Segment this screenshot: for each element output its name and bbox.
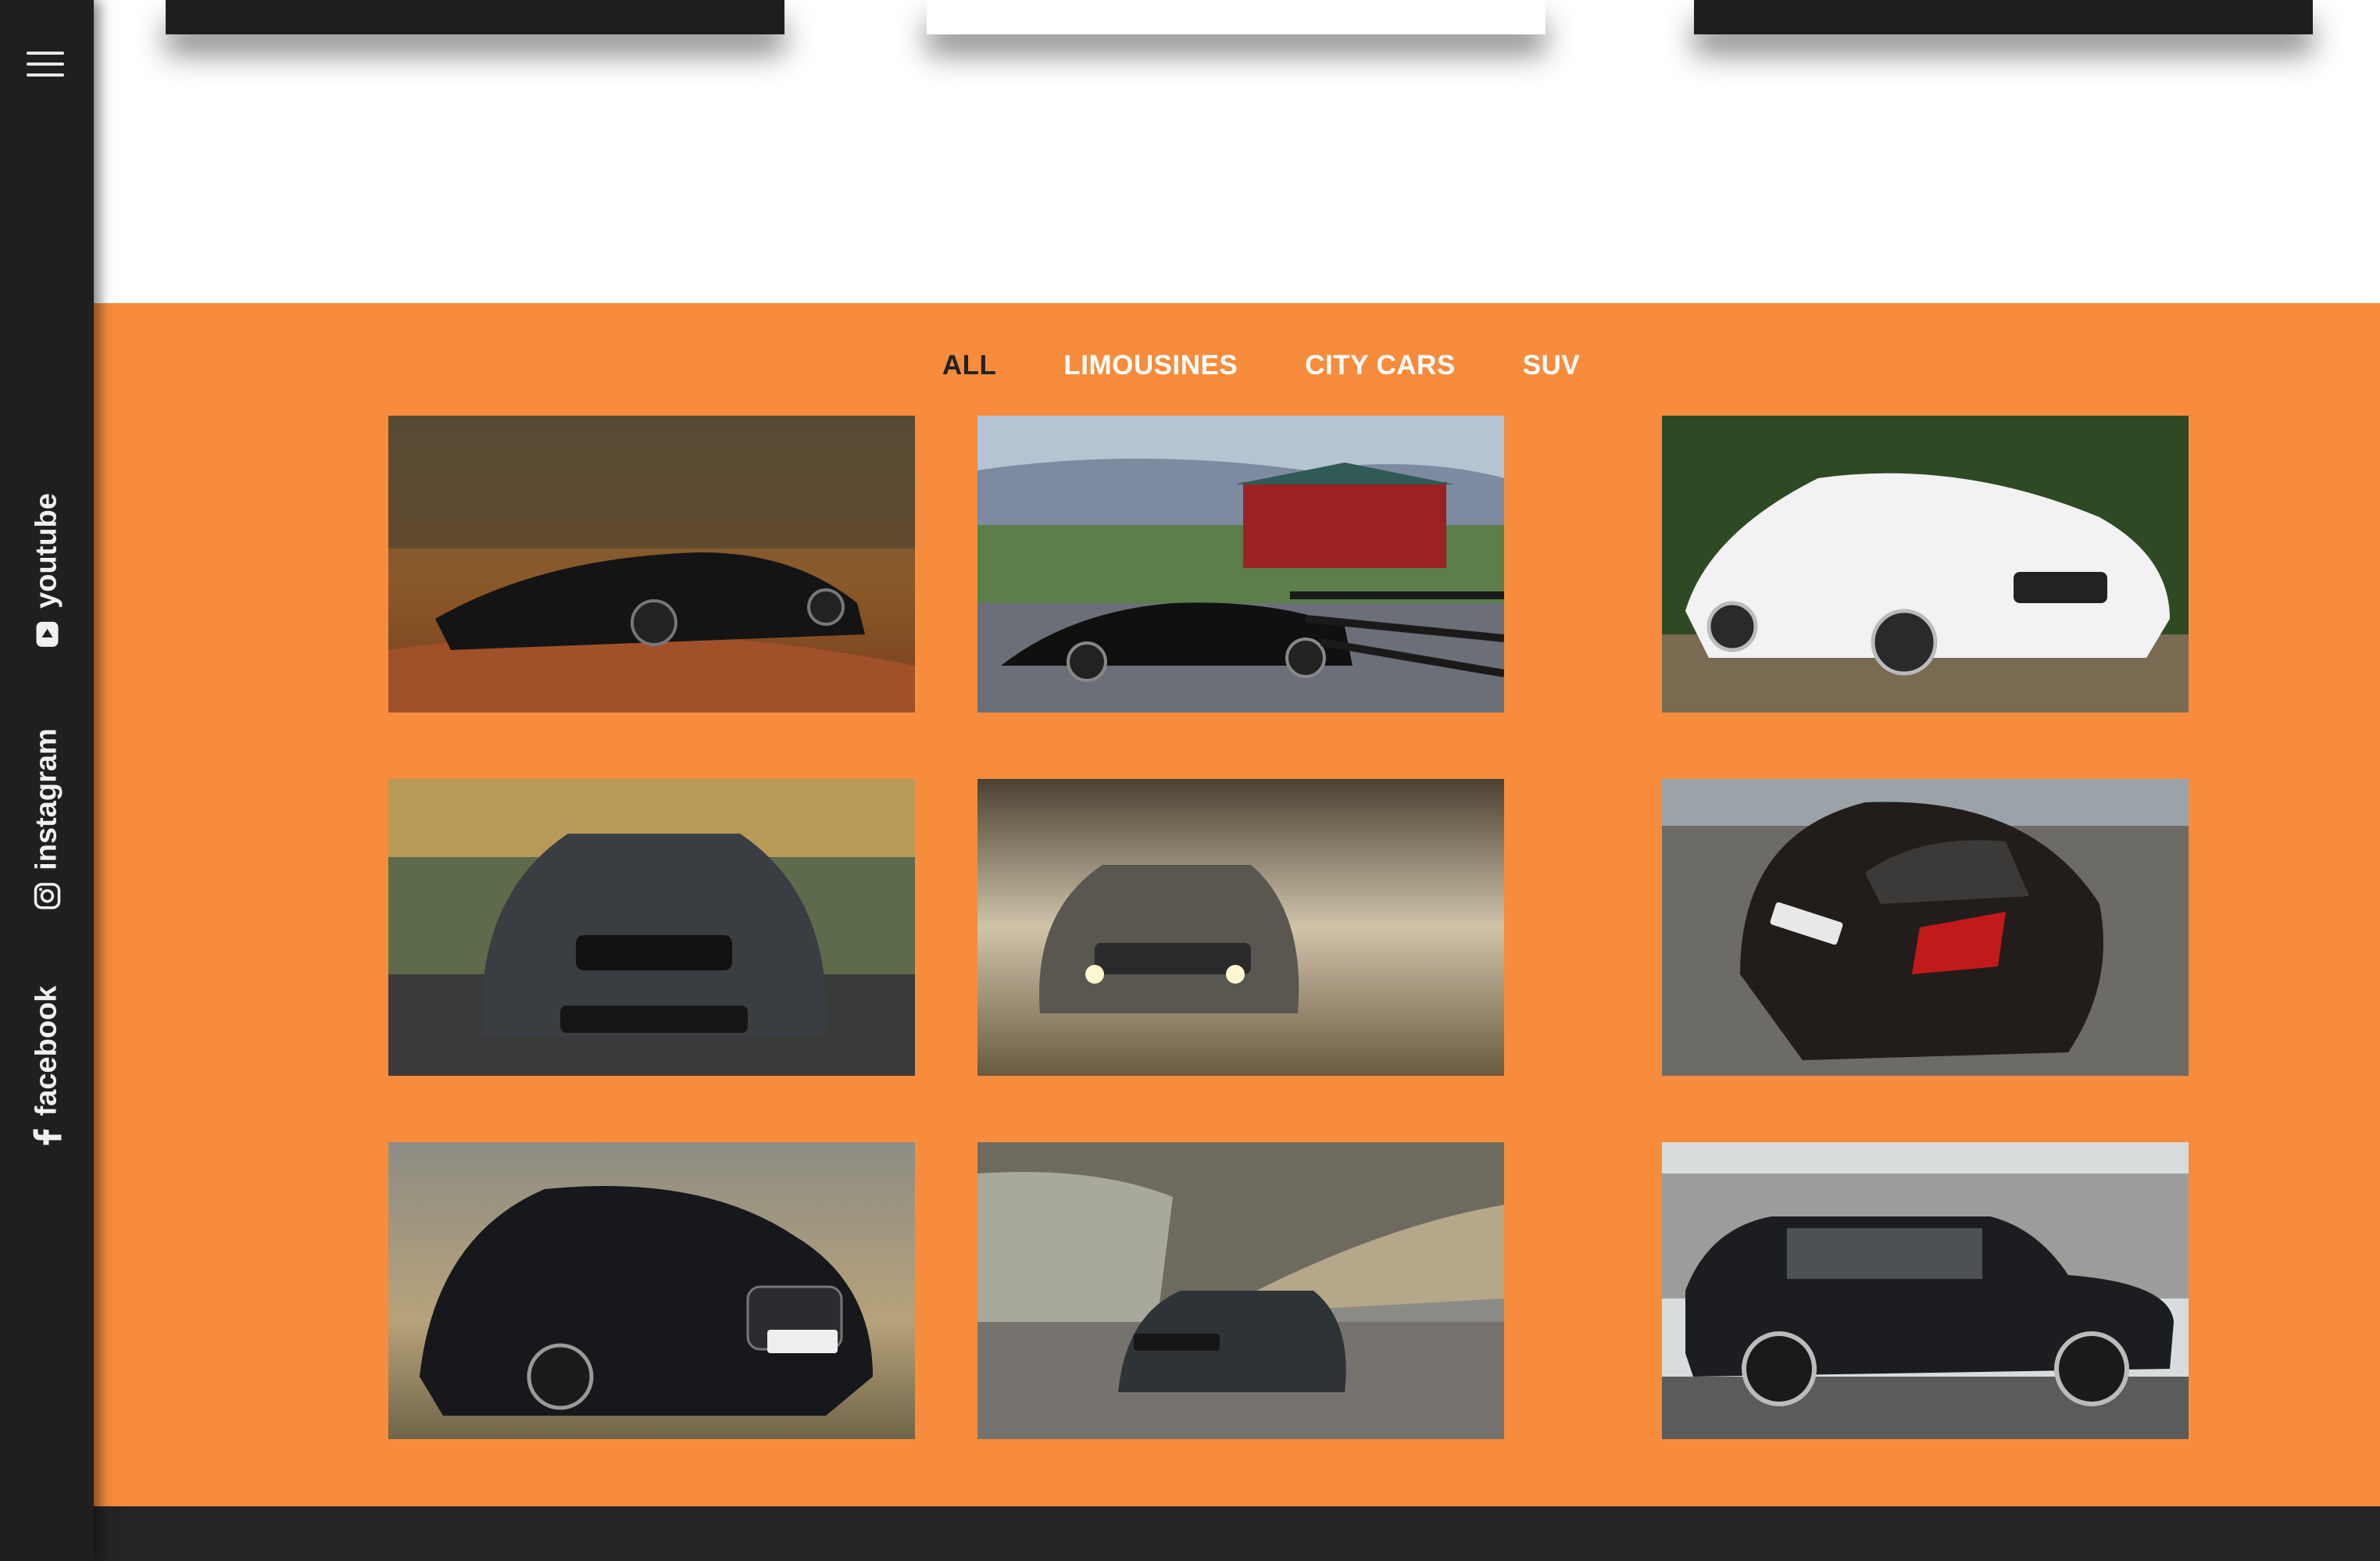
car-photo xyxy=(1662,416,2189,713)
car-photo-tile[interactable] xyxy=(977,416,1504,713)
car-photo xyxy=(977,779,1504,1076)
filter-city-cars[interactable]: CITY CARS xyxy=(1305,350,1456,381)
car-photo xyxy=(388,1142,915,1439)
car-photo-tile[interactable] xyxy=(1662,779,2189,1076)
feature-card[interactable] xyxy=(1694,0,2313,34)
car-photo xyxy=(388,416,915,713)
car-photo xyxy=(1662,779,2189,1076)
footer xyxy=(94,1506,2380,1561)
car-photo-tile[interactable] xyxy=(388,779,915,1076)
car-photo-tile[interactable] xyxy=(388,416,915,713)
car-photo-tile[interactable] xyxy=(977,1142,1504,1439)
top-section xyxy=(94,0,2380,303)
facebook-icon xyxy=(33,1128,61,1145)
feature-card[interactable] xyxy=(166,0,784,34)
facebook-link[interactable]: facebook xyxy=(30,986,64,1146)
filter-limousines[interactable]: LIMOUSINES xyxy=(1063,350,1238,381)
car-photo-tile[interactable] xyxy=(388,1142,915,1439)
youtube-icon xyxy=(34,621,60,648)
car-photo-tile[interactable] xyxy=(977,779,1504,1076)
hamburger-menu-icon[interactable] xyxy=(27,50,64,78)
instagram-link[interactable]: instagram xyxy=(30,728,64,909)
car-photo xyxy=(977,416,1504,713)
filter-suv[interactable]: SUV xyxy=(1523,350,1580,381)
car-photo xyxy=(388,779,915,1076)
instagram-label: instagram xyxy=(30,728,63,870)
feature-card[interactable] xyxy=(927,0,1546,34)
car-gallery-section: ALL LIMOUSINES CITY CARS SUV xyxy=(94,303,2380,1506)
youtube-label: youtube xyxy=(30,493,63,609)
filter-all[interactable]: ALL xyxy=(942,350,997,381)
car-photo-tile[interactable] xyxy=(1662,1142,2189,1439)
facebook-label: facebook xyxy=(30,985,63,1116)
instagram-icon xyxy=(34,883,60,909)
youtube-link[interactable]: youtube xyxy=(30,493,64,648)
car-photo xyxy=(1662,1142,2189,1439)
gallery-filter-bar: ALL LIMOUSINES CITY CARS SUV xyxy=(94,350,2380,381)
car-photo xyxy=(977,1142,1504,1439)
sidebar: youtube instagram facebook xyxy=(0,0,94,1561)
car-photo-tile[interactable] xyxy=(1662,416,2189,713)
